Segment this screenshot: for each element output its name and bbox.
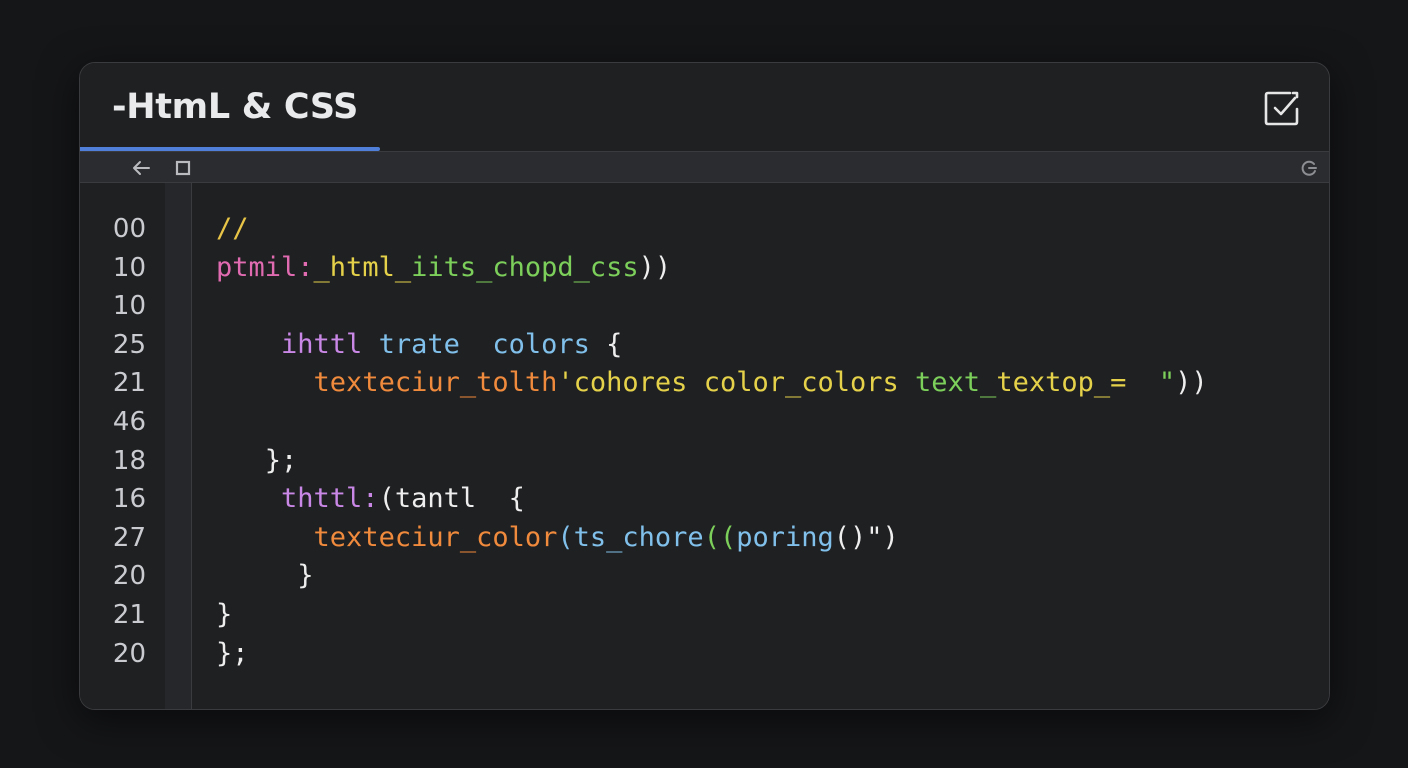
code-token: (tantl { xyxy=(378,483,525,515)
line-number: 18 xyxy=(112,445,146,476)
code-token: textop_= xyxy=(996,367,1127,399)
square-icon[interactable] xyxy=(172,157,194,179)
code-line[interactable]: } xyxy=(216,558,314,594)
line-number: 16 xyxy=(112,484,146,515)
code-line[interactable]: // xyxy=(216,211,249,247)
code-token: )) xyxy=(638,251,672,283)
code-token: } xyxy=(216,560,314,592)
editor-window: -HtmL & CSS 00 10 10 25 21 46 18 16 27 2… xyxy=(79,62,1330,710)
code-token: texteciur_tolth xyxy=(313,367,558,399)
code-token: 'cohores color_colors xyxy=(557,367,899,399)
code-line[interactable]: }; xyxy=(216,443,298,479)
refresh-icon[interactable] xyxy=(1298,157,1320,179)
code-line[interactable]: thttl:(tantl { xyxy=(216,481,525,517)
check-square-icon[interactable] xyxy=(1263,89,1301,127)
title-bar: -HtmL & CSS xyxy=(80,63,1329,151)
line-number: 10 xyxy=(112,291,146,322)
code-token: ihttl xyxy=(281,328,363,360)
code-line[interactable]: ihttl trate colors { xyxy=(216,327,622,363)
code-token: { xyxy=(589,328,623,360)
code-token: ptmil: xyxy=(216,251,314,283)
code-line[interactable]: texteciur_color(ts_chore((poring()") xyxy=(216,520,899,556)
tab-title[interactable]: -HtmL & CSS xyxy=(112,87,358,127)
line-number: 25 xyxy=(112,329,146,360)
code-token: }; xyxy=(216,637,249,669)
code-token: text_ xyxy=(898,367,997,399)
line-number-gutter: 00 10 10 25 21 46 18 16 27 20 21 20 xyxy=(80,183,165,709)
line-number: 21 xyxy=(112,600,146,630)
line-number: 10 xyxy=(112,252,146,283)
code-token: ()") xyxy=(833,521,899,553)
line-number: 20 xyxy=(112,561,146,592)
line-number: 46 xyxy=(112,407,146,437)
code-line[interactable]: texteciur_tolth'cohores color_colors tex… xyxy=(216,365,1208,401)
code-line[interactable]: } xyxy=(216,597,232,633)
code-token: )) xyxy=(1175,367,1208,399)
code-token: } xyxy=(216,599,233,630)
editor-toolbar xyxy=(80,151,1329,183)
code-token: texteciur_color xyxy=(313,521,558,553)
code-line[interactable]: }; xyxy=(216,636,249,672)
code-token: (( xyxy=(703,521,737,553)
code-token: " xyxy=(1126,367,1176,399)
code-token: thttl: xyxy=(281,483,379,515)
code-editor[interactable]: 00 10 10 25 21 46 18 16 27 20 21 20 //ptmil:_html_i… xyxy=(80,183,1329,709)
line-number: 27 xyxy=(112,522,146,553)
line-number: 21 xyxy=(112,368,146,399)
code-token: (ts_chore xyxy=(557,521,704,553)
code-token: }; xyxy=(216,444,298,476)
line-number: 20 xyxy=(112,638,146,669)
code-token: poring xyxy=(736,521,834,553)
code-token: trate colors xyxy=(362,328,590,360)
arrow-left-icon[interactable] xyxy=(130,157,152,179)
gutter-separator xyxy=(165,183,192,709)
code-token: // xyxy=(216,213,249,244)
line-number: 00 xyxy=(112,214,146,244)
code-token: iits_chopd_css xyxy=(411,251,639,283)
code-token: _html_ xyxy=(313,251,412,283)
code-line[interactable]: ptmil:_html_iits_chopd_css)) xyxy=(216,250,671,286)
